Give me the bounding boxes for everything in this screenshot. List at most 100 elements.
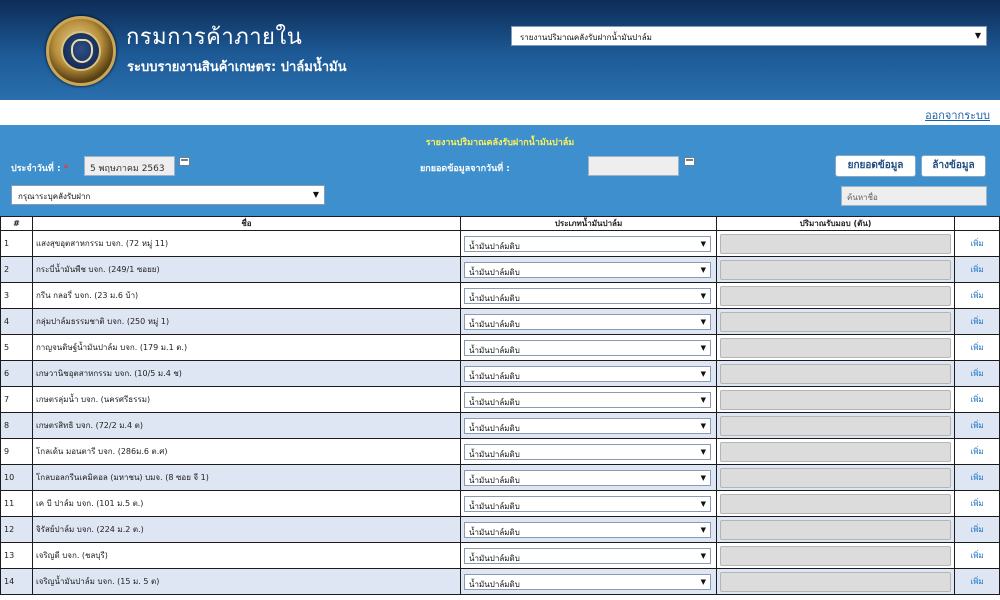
add-link[interactable]: เพิ่ม: [958, 523, 996, 536]
table-row: 2 กระบี่น้ำมันพืช บจก. (249/1 ซอยย) น้ำมัน…: [0, 256, 1000, 283]
row-number: 8: [0, 412, 33, 439]
add-link[interactable]: เพิ่ม: [958, 471, 996, 484]
report-type-select[interactable]: รายงานปริมาณคลังรับฝากน้ำมันปาล์ม ▼: [511, 26, 987, 46]
system-subtitle: ระบบรายงานสินค้าเกษตร: ปาล์มน้ำมัน: [127, 60, 347, 75]
dropdown-arrow-icon: ▼: [312, 190, 319, 199]
dropdown-arrow-icon: ▼: [974, 31, 981, 40]
oil-type-select[interactable]: น้ำมันปาล์มดิบ ▼: [464, 365, 712, 382]
table-row: 11 เค บี ปาล์ม บจก. (101 ม.5 ต.) น้ำมันปาล…: [0, 490, 1000, 517]
row-action-cell: เพิ่ม: [954, 282, 1000, 309]
quantity-input[interactable]: [720, 337, 952, 358]
row-name: เกษตรสิทธิ บจก. (72/2 ม.4 ต): [31, 412, 462, 439]
carry-forward-date-input[interactable]: [588, 156, 679, 176]
quantity-input[interactable]: [720, 415, 952, 436]
oil-type-select[interactable]: น้ำมันปาล์มดิบ ▼: [464, 339, 712, 356]
oil-type-value: น้ำมันปาล์มดิบ: [469, 449, 520, 459]
row-name: โกลเด้น มอนตารี บจก. (286ม.6 ต.ศ): [31, 438, 462, 465]
row-number: 7: [0, 386, 33, 413]
quantity-input[interactable]: [720, 259, 952, 280]
oil-type-select[interactable]: น้ำมันปาล์มดิบ ▼: [464, 469, 712, 486]
oil-type-value: น้ำมันปาล์มดิบ: [469, 527, 520, 537]
quantity-input[interactable]: [720, 441, 952, 462]
row-action-cell: เพิ่ม: [954, 308, 1000, 335]
oil-type-select[interactable]: น้ำมันปาล์มดิบ ▼: [464, 417, 712, 434]
dropdown-arrow-icon: ▼: [700, 265, 707, 274]
row-action-cell: เพิ่ม: [954, 568, 1000, 595]
row-quantity-cell: [716, 438, 956, 465]
oil-type-select[interactable]: น้ำมันปาล์มดิบ ▼: [464, 547, 712, 564]
quantity-input[interactable]: [720, 571, 952, 592]
row-action-cell: เพิ่ม: [954, 464, 1000, 491]
add-link[interactable]: เพิ่ม: [958, 237, 996, 250]
oil-type-select[interactable]: น้ำมันปาล์มดิบ ▼: [464, 313, 712, 330]
row-quantity-cell: [716, 490, 956, 517]
oil-type-select[interactable]: น้ำมันปาล์มดิบ ▼: [464, 443, 712, 460]
quantity-input[interactable]: [720, 285, 952, 306]
row-name: กลุ่มปาล์มธรรมชาติ บจก. (250 หมู่ 1): [31, 308, 462, 335]
row-type-cell: น้ำมันปาล์มดิบ ▼: [460, 490, 718, 517]
row-type-cell: น้ำมันปาล์มดิบ ▼: [460, 542, 718, 569]
search-input[interactable]: ค้นหาชื่อ: [841, 186, 987, 206]
oil-type-value: น้ำมันปาล์มดิบ: [469, 579, 520, 589]
oil-type-select[interactable]: น้ำมันปาล์มดิบ ▼: [464, 261, 712, 278]
row-type-cell: น้ำมันปาล์มดิบ ▼: [460, 568, 718, 595]
dropdown-arrow-icon: ▼: [700, 291, 707, 300]
oil-type-select[interactable]: น้ำมันปาล์มดิบ ▼: [464, 391, 712, 408]
col-header-num: #: [0, 216, 33, 231]
quantity-input[interactable]: [720, 363, 952, 384]
date-input[interactable]: 5 พฤษภาคม 2563: [84, 156, 175, 176]
row-quantity-cell: [716, 308, 956, 335]
carry-forward-button[interactable]: ยกยอดข้อมูล: [835, 155, 916, 177]
col-header-type: ประเภทน้ำมันปาล์ม: [460, 216, 718, 231]
add-link[interactable]: เพิ่ม: [958, 575, 996, 588]
table-row: 7 เกษตรลุ่มน้ำ บจก. (นครศรีธรรม) น้ำมันปาล…: [0, 386, 1000, 413]
add-link[interactable]: เพิ่ม: [958, 367, 996, 380]
logout-link[interactable]: ออกจากระบบ: [925, 106, 990, 124]
add-link[interactable]: เพิ่ม: [958, 393, 996, 406]
add-link[interactable]: เพิ่ม: [958, 289, 996, 302]
add-link[interactable]: เพิ่ม: [958, 315, 996, 328]
add-link[interactable]: เพิ่ม: [958, 497, 996, 510]
add-link[interactable]: เพิ่ม: [958, 445, 996, 458]
add-link[interactable]: เพิ่ม: [958, 263, 996, 276]
filter-panel: รายงานปริมาณคลังรับฝากน้ำมันปาล์ม ประจำว…: [0, 125, 1000, 216]
row-action-cell: เพิ่ม: [954, 230, 1000, 257]
table-row: 1 แสงสุขอุตสาหกรรม บจก. (72 หมู่ 11) น้ำมั…: [0, 230, 1000, 257]
oil-type-select[interactable]: น้ำมันปาล์มดิบ ▼: [464, 521, 712, 538]
row-name: เค บี ปาล์ม บจก. (101 ม.5 ต.): [31, 490, 462, 517]
oil-type-value: น้ำมันปาล์มดิบ: [469, 397, 520, 407]
add-link[interactable]: เพิ่ม: [958, 549, 996, 562]
oil-type-select[interactable]: น้ำมันปาล์มดิบ ▼: [464, 235, 712, 252]
quantity-input[interactable]: [720, 233, 952, 254]
row-name: กระบี่น้ำมันพืช บจก. (249/1 ซอยย): [31, 256, 462, 283]
quantity-input[interactable]: [720, 519, 952, 540]
row-number: 2: [0, 256, 33, 283]
row-action-cell: เพิ่ม: [954, 386, 1000, 413]
quantity-input[interactable]: [720, 545, 952, 566]
add-link[interactable]: เพิ่ม: [958, 341, 996, 354]
quantity-input[interactable]: [720, 467, 952, 488]
row-number: 4: [0, 308, 33, 335]
oil-type-select[interactable]: น้ำมันปาล์มดิบ ▼: [464, 287, 712, 304]
report-type-value: รายงานปริมาณคลังรับฝากน้ำมันปาล์ม: [520, 33, 652, 42]
quantity-input[interactable]: [720, 493, 952, 514]
row-number: 14: [0, 568, 33, 595]
row-type-cell: น้ำมันปาล์มดิบ ▼: [460, 230, 718, 257]
row-number: 9: [0, 438, 33, 465]
oil-type-select[interactable]: น้ำมันปาล์มดิบ ▼: [464, 573, 712, 590]
row-type-cell: น้ำมันปาล์มดิบ ▼: [460, 334, 718, 361]
panel-title: รายงานปริมาณคลังรับฝากน้ำมันปาล์ม: [425, 138, 575, 148]
calendar-icon[interactable]: [179, 157, 190, 166]
warehouse-select[interactable]: กรุณาระบุคลังรับฝาก ▼: [11, 185, 325, 205]
oil-type-select[interactable]: น้ำมันปาล์มดิบ ▼: [464, 495, 712, 512]
clear-data-button[interactable]: ล้างข้อมูล: [921, 155, 986, 177]
dropdown-arrow-icon: ▼: [700, 317, 707, 326]
quantity-input[interactable]: [720, 311, 952, 332]
oil-type-value: น้ำมันปาล์มดิบ: [469, 371, 520, 381]
row-type-cell: น้ำมันปาล์มดิบ ▼: [460, 438, 718, 465]
dropdown-arrow-icon: ▼: [700, 473, 707, 482]
calendar-icon[interactable]: [684, 157, 695, 166]
quantity-input[interactable]: [720, 389, 952, 410]
oil-type-value: น้ำมันปาล์มดิบ: [469, 501, 520, 511]
add-link[interactable]: เพิ่ม: [958, 419, 996, 432]
